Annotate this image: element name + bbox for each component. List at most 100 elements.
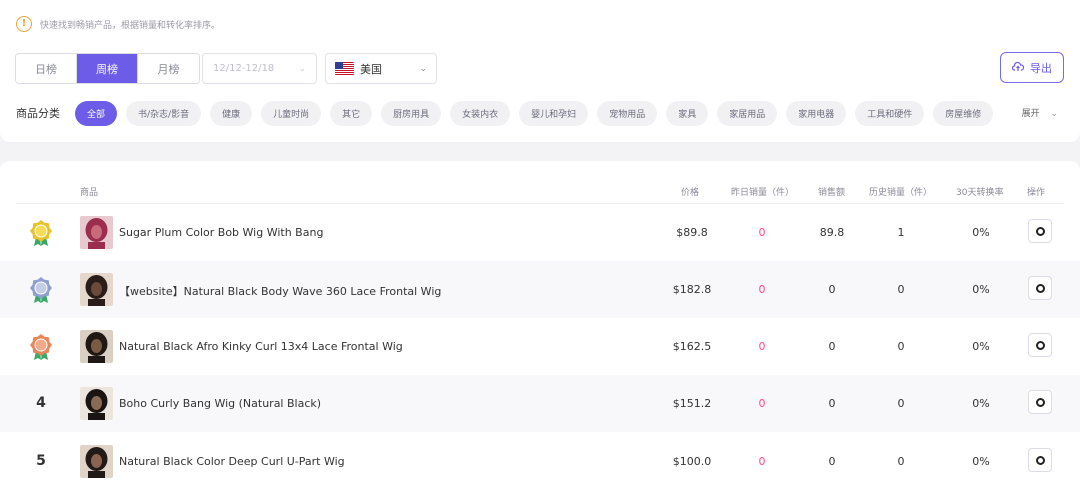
- export-label: 导出: [1030, 61, 1052, 75]
- tab-weekly[interactable]: 周榜: [77, 54, 138, 83]
- cloud-upload-icon: [1011, 61, 1025, 75]
- category-chip[interactable]: 家具: [666, 100, 709, 126]
- country-label: 美国: [360, 62, 382, 76]
- category-chip[interactable]: 家用电器: [786, 100, 847, 126]
- chevron-down-icon: ⌄: [1050, 109, 1058, 119]
- history-sales-value: 1: [897, 226, 905, 239]
- product-name[interactable]: Sugar Plum Color Bob Wig With Bang: [119, 226, 323, 239]
- product-name[interactable]: 【website】Natural Black Body Wave 360 Lac…: [119, 283, 441, 299]
- category-filter: 商品分类 全部 书/杂志/影音 健康 儿童时尚 其它 厨房用具 女装内衣 婴儿和孕妇 宠物用品家…: [16, 100, 1066, 126]
- notice-text: 快速找到畅销产品，根据销量和转化率排序。: [40, 20, 221, 31]
- table-row: Natural Black Afro Kinky Curl 13x4 Lace …: [0, 318, 1080, 375]
- product-name[interactable]: Natural Black Color Deep Curl U-Part Wig: [119, 455, 345, 468]
- table-row: 【website】Natural Black Body Wave 360 Lac…: [0, 261, 1080, 318]
- rank-number: 5: [36, 453, 46, 469]
- product-thumbnail[interactable]: [80, 273, 113, 306]
- history-sales-value: 0: [897, 283, 905, 296]
- category-chips: 全部 书/杂志/影音 健康 儿童时尚 其它 厨房用具 女装内衣 婴儿和孕妇 宠物用品 家具 家居用品…: [75, 100, 1002, 126]
- category-chip[interactable]: 厨房用具: [381, 100, 442, 126]
- action-button[interactable]: [1028, 219, 1052, 243]
- product-name[interactable]: Boho Curly Bang Wig (Natural Black): [119, 397, 321, 410]
- sales-amount-value: 89.8: [819, 226, 845, 239]
- sales-amount-value: 0: [828, 455, 836, 468]
- product-thumbnail[interactable]: [80, 330, 113, 363]
- history-sales-value: 0: [897, 397, 905, 410]
- chevron-down-icon: ⌄: [419, 63, 427, 74]
- action-button[interactable]: [1028, 390, 1052, 414]
- exclamation-circle-icon: !: [16, 16, 32, 32]
- ranking-table: 商品 价格 昨日销量（件） 销售额 历史销量（件） 30天转换率 操作 Suga…: [0, 161, 1080, 486]
- period-tabs: 日榜 周榜 月榜: [15, 53, 200, 84]
- header-product: 商品: [80, 188, 99, 198]
- date-range-value: 12/12-12/18: [213, 63, 275, 74]
- sales-amount-value: 0: [828, 340, 836, 353]
- category-chip[interactable]: 宠物用品: [597, 100, 658, 126]
- expand-label: 展开: [1021, 109, 1040, 119]
- yesterday-sales-value: 0: [758, 226, 766, 239]
- price-value: $100.0: [672, 455, 712, 468]
- action-button[interactable]: [1028, 448, 1052, 472]
- category-label: 商品分类: [16, 107, 60, 120]
- circle-icon: [1035, 455, 1045, 465]
- header-sales-amount: 销售额: [818, 188, 846, 198]
- category-chip[interactable]: 婴儿和孕妇: [519, 100, 589, 126]
- circle-icon: [1035, 226, 1045, 236]
- table-header: 商品 价格 昨日销量（件） 销售额 历史销量（件） 30天转换率 操作: [0, 161, 1080, 204]
- filter-panel: ! 快速找到畅销产品，根据销量和转化率排序。 日榜 周榜 月榜 12/12-12…: [0, 0, 1080, 142]
- action-button[interactable]: [1028, 333, 1052, 357]
- country-select[interactable]: 美国 ⌄: [325, 53, 437, 84]
- category-chip[interactable]: 工具和硬件: [855, 100, 925, 126]
- price-value: $182.8: [672, 283, 712, 296]
- conversion-value: 0%: [972, 455, 990, 468]
- conversion-value: 0%: [972, 340, 990, 353]
- product-thumbnail[interactable]: [80, 387, 113, 420]
- price-value: $162.5: [672, 340, 712, 353]
- silver-medal-icon: [29, 276, 53, 307]
- rank-number: 4: [36, 395, 46, 411]
- table-row: Sugar Plum Color Bob Wig With Bang $89.8 0…: [0, 204, 1080, 261]
- header-yesterday-sales: 昨日销量（件）: [731, 188, 795, 198]
- price-value: $89.8: [676, 226, 708, 239]
- yesterday-sales-value: 0: [758, 397, 766, 410]
- category-chip[interactable]: 书/杂志/影音: [126, 100, 202, 126]
- gold-medal-icon: [29, 219, 53, 250]
- export-button[interactable]: 导出: [1000, 52, 1064, 83]
- conversion-value: 0%: [972, 397, 990, 410]
- table-row: 4 Boho Curly Bang Wig (Natural Black) $151…: [0, 375, 1080, 432]
- bronze-medal-icon: [29, 333, 53, 364]
- action-button[interactable]: [1028, 276, 1052, 300]
- notice-bar: ! 快速找到畅销产品，根据销量和转化率排序。: [16, 16, 220, 32]
- circle-icon: [1035, 283, 1045, 293]
- sales-amount-value: 0: [828, 283, 836, 296]
- sales-amount-value: 0: [828, 397, 836, 410]
- header-price: 价格: [681, 188, 700, 198]
- table-row: 5 Natural Black Color Deep Curl U-Part Wi…: [0, 433, 1080, 486]
- category-chip[interactable]: 其它: [330, 100, 373, 126]
- tab-daily[interactable]: 日榜: [16, 54, 77, 83]
- yesterday-sales-value: 0: [758, 455, 766, 468]
- tab-monthly[interactable]: 月榜: [138, 54, 199, 83]
- history-sales-value: 0: [897, 340, 905, 353]
- header-history-sales: 历史销量（件）: [869, 188, 933, 198]
- category-chip[interactable]: 女装内衣: [450, 100, 511, 126]
- category-chip[interactable]: 健康: [210, 100, 253, 126]
- category-chip[interactable]: 全部: [75, 100, 118, 126]
- expand-button[interactable]: 展开 ⌄: [1022, 106, 1058, 119]
- date-range-select[interactable]: 12/12-12/18 ⌄: [202, 53, 317, 84]
- history-sales-value: 0: [897, 455, 905, 468]
- header-action: 操作: [1027, 188, 1046, 198]
- category-chip[interactable]: 房屋维修: [933, 100, 994, 126]
- price-value: $151.2: [672, 397, 712, 410]
- category-chip[interactable]: 家居用品: [717, 100, 778, 126]
- yesterday-sales-value: 0: [758, 283, 766, 296]
- conversion-value: 0%: [972, 226, 990, 239]
- product-thumbnail[interactable]: [80, 445, 113, 478]
- yesterday-sales-value: 0: [758, 340, 766, 353]
- chevron-down-icon: ⌄: [298, 63, 306, 74]
- product-name[interactable]: Natural Black Afro Kinky Curl 13x4 Lace …: [119, 340, 403, 353]
- circle-icon: [1035, 340, 1045, 350]
- circle-icon: [1035, 397, 1045, 407]
- category-chip[interactable]: 儿童时尚: [261, 100, 322, 126]
- conversion-value: 0%: [972, 283, 990, 296]
- product-thumbnail[interactable]: [80, 216, 113, 249]
